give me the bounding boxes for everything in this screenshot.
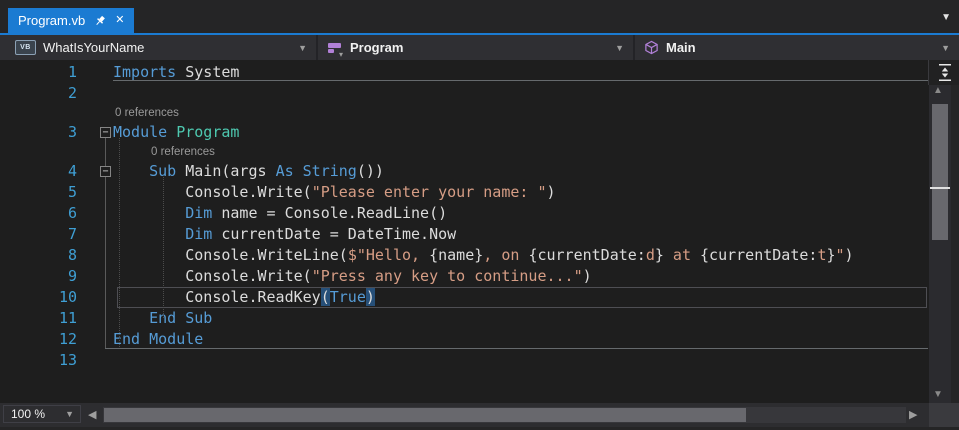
scroll-down-icon[interactable]: ▼ [933, 389, 943, 400]
codelens-row: 0 references [0, 104, 929, 122]
code-area: 1 Imports System 2 0 references 3− Module Pro… [0, 62, 929, 371]
chevron-down-icon[interactable]: ▼ [615, 43, 624, 53]
codelens-references[interactable]: 0 references [113, 143, 215, 161]
code-row: 1 Imports System [0, 62, 929, 83]
code-line-text[interactable]: End Sub [113, 308, 212, 329]
line-number: 2 [67, 84, 77, 102]
code-row: 4 − Sub Main(args As String()) [0, 161, 929, 182]
code-line-text[interactable]: Imports System [113, 62, 239, 83]
code-row: 12 End Module [0, 329, 929, 350]
line-number: 11 [58, 309, 77, 327]
code-row: 13 [0, 350, 929, 371]
code-line-text[interactable]: Sub Main(args As String()) [113, 161, 384, 182]
line-number: 5 [67, 183, 77, 201]
line-number: 4 [67, 162, 77, 180]
code-row: 2 [0, 83, 929, 104]
line-number: 10 [58, 288, 77, 306]
code-line-text[interactable]: End Module [113, 329, 203, 350]
editor-right-edge [951, 60, 959, 403]
type-dropdown[interactable]: ▾ Program ▼ [318, 35, 635, 60]
project-dropdown-label: WhatIsYourName [43, 40, 145, 55]
line-number: 9 [67, 267, 77, 285]
zoom-level-value: 100 % [11, 407, 46, 421]
code-row: 5 Console.Write("Please enter your name:… [0, 182, 929, 203]
code-line-text[interactable]: Console.Write("Press any key to continue… [113, 266, 591, 287]
line-number: 7 [67, 225, 77, 243]
splitter-handle-icon[interactable] [928, 60, 959, 85]
chevron-down-icon[interactable]: ▼ [65, 409, 80, 419]
tab-title: Program.vb [18, 13, 86, 28]
collapse-toggle-icon[interactable]: − [100, 166, 111, 177]
line-number: 8 [67, 246, 77, 264]
code-line-text[interactable]: Console.Write("Please enter your name: "… [113, 182, 555, 203]
module-icon: ▾ [327, 40, 343, 59]
vs-editor-window: Program.vb ✕ ▼ VB WhatIsYourName ▼ ▾ Pro… [0, 0, 959, 430]
line-number: 1 [67, 63, 77, 81]
method-icon [644, 40, 659, 55]
scroll-up-icon[interactable]: ▲ [933, 85, 943, 96]
chevron-down-icon[interactable]: ▼ [298, 43, 307, 53]
code-line-text[interactable]: Dim name = Console.ReadLine() [113, 203, 447, 224]
close-icon[interactable]: ✕ [115, 15, 124, 26]
tab-bar: Program.vb ✕ ▼ [0, 0, 959, 33]
tab-overflow-icon[interactable]: ▼ [941, 12, 951, 23]
vertical-scrollbar-thumb[interactable] [932, 104, 948, 240]
member-dropdown-label: Main [666, 40, 696, 55]
code-line-text[interactable]: Module Program [113, 122, 239, 143]
codelens-row: 0 references [0, 143, 929, 161]
code-row: 10 Console.ReadKey(True) [0, 287, 929, 308]
collapse-toggle-icon[interactable]: − [100, 127, 111, 138]
caret-position-marker [930, 187, 950, 189]
chevron-down-icon[interactable]: ▼ [941, 43, 950, 53]
project-dropdown[interactable]: VB WhatIsYourName ▼ [6, 35, 318, 60]
type-dropdown-label: Program [350, 40, 404, 55]
code-row: 3 − Module Program [0, 122, 929, 143]
code-row: 6 Dim name = Console.ReadLine() [0, 203, 929, 224]
code-row: 9 Console.Write("Press any key to contin… [0, 266, 929, 287]
pin-icon[interactable] [94, 15, 106, 27]
line-number: 3 [67, 123, 77, 141]
code-row: 7 Dim currentDate = DateTime.Now [0, 224, 929, 245]
code-line-text[interactable]: Console.ReadKey(True) [113, 287, 375, 308]
codelens-references[interactable]: 0 references [113, 104, 179, 122]
code-line-text[interactable]: Dim currentDate = DateTime.Now [113, 224, 456, 245]
scrollbar-corner [929, 403, 959, 427]
line-number: 12 [58, 330, 77, 348]
code-row: 8 Console.WriteLine($"Hello, {name}, on … [0, 245, 929, 266]
horizontal-scrollbar-thumb[interactable] [104, 408, 746, 422]
code-row: 11 End Sub [0, 308, 929, 329]
tab-program-vb[interactable]: Program.vb ✕ [8, 8, 135, 33]
navigation-bar: VB WhatIsYourName ▼ ▾ Program ▼ Main ▼ [0, 35, 959, 60]
zoom-level-dropdown[interactable]: 100 % ▼ [3, 405, 81, 423]
code-line-text[interactable]: Console.WriteLine($"Hello, {name}, on {c… [113, 245, 853, 266]
line-number: 6 [67, 204, 77, 222]
line-number: 13 [58, 351, 77, 369]
scroll-left-icon[interactable]: ◀ [88, 408, 96, 421]
horizontal-scroll-bar: 100 % ▼ ◀ ▶ [0, 403, 959, 427]
member-dropdown[interactable]: Main ▼ [635, 35, 959, 60]
vb-file-icon: VB [15, 40, 36, 55]
scroll-right-icon[interactable]: ▶ [909, 408, 917, 421]
code-editor[interactable]: 1 Imports System 2 0 references 3− Module Pro… [0, 60, 959, 403]
